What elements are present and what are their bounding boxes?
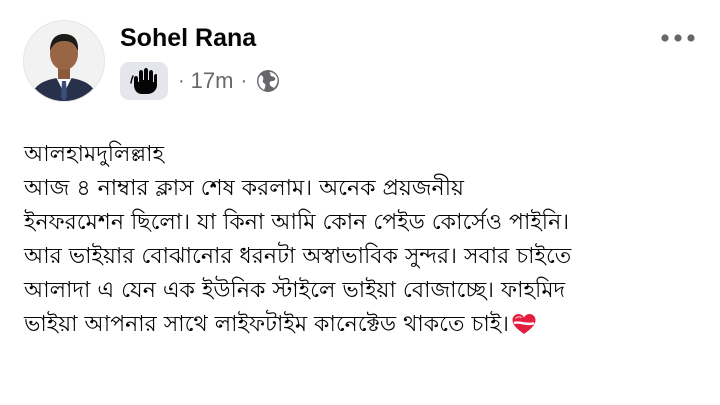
post-text-line: আলাদা এ যেন এক ইউনিক স্টাইলে ভাইয়া বোজা…	[24, 278, 566, 303]
avatar[interactable]	[24, 21, 104, 101]
author-name[interactable]: Sohel Rana	[120, 22, 256, 54]
post-text-line: আলহামদুলিল্লাহ	[24, 142, 165, 167]
profile-badge[interactable]	[120, 62, 168, 100]
post-timestamp[interactable]: 17m	[191, 68, 234, 94]
more-options-button[interactable]	[658, 26, 698, 50]
post-text-line: ভাইয়া আপনার সাথে লাইফটাইম কানেক্টেড থাক…	[24, 312, 510, 337]
post-text-line: ইনফরমেশন ছিলো। যা কিনা আমি কোন পেইড কোর্…	[24, 210, 570, 235]
facebook-post: Sohel Rana · 17m · আলহামদুলিল্লাহ আজ ৪ ন…	[0, 0, 720, 405]
post-text-last-line: ভাইয়া আপনার সাথে লাইফটাইম কানেক্টেড থাক…	[24, 308, 704, 347]
post-text: আলহামদুলিল্লাহ আজ ৪ নাম্বার ক্লাস শেষ কর…	[24, 138, 704, 347]
waving-hand-icon	[130, 68, 157, 94]
meta-separator: ·	[240, 69, 248, 92]
more-horizontal-icon	[661, 34, 695, 42]
meta-separator: ·	[178, 69, 185, 92]
globe-icon[interactable]	[256, 69, 280, 93]
post-text-line: আজ ৪ নাম্বার ক্লাস শেষ করলাম। অনেক প্রয়…	[24, 176, 464, 201]
post-meta: · 17m ·	[120, 62, 280, 100]
post-text-line: আর ভাইয়ার বোঝানোর ধরনটা অস্বাভাবিক সুন্…	[24, 244, 572, 269]
profile-photo	[24, 21, 104, 101]
heart-ribbon-icon	[511, 312, 537, 347]
